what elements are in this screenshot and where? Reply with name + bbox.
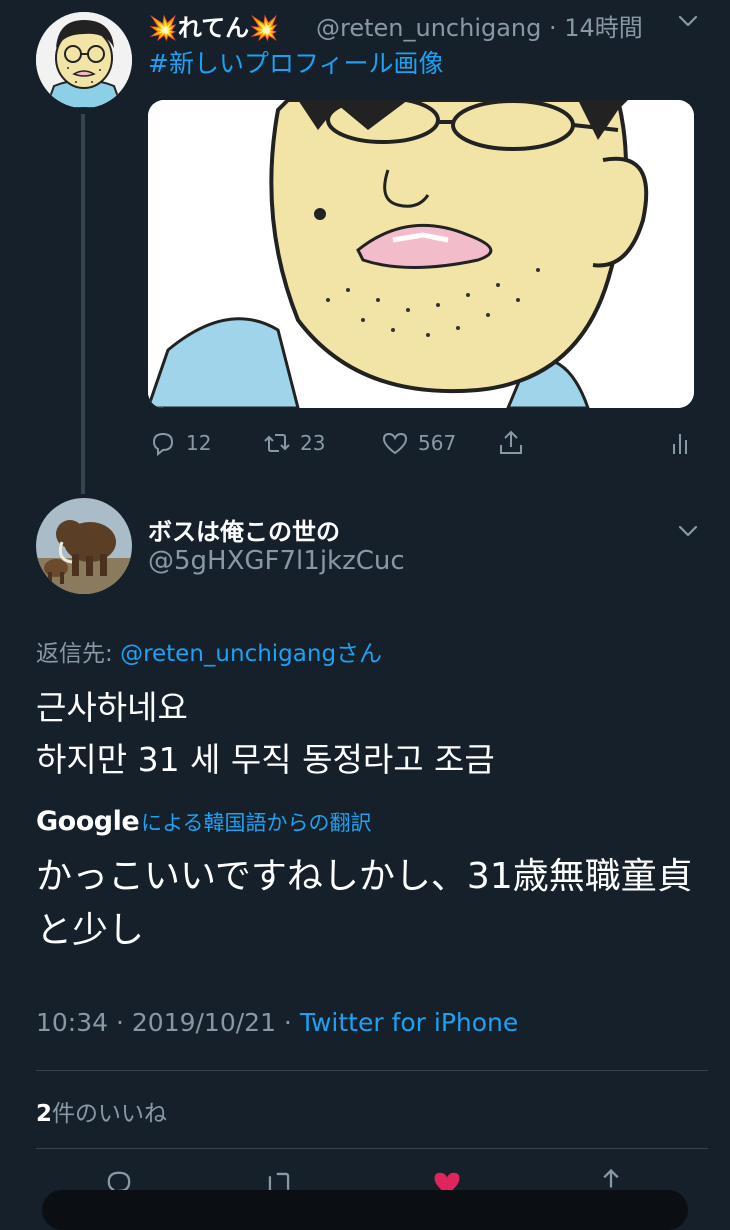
analytics-bars-icon [673, 434, 687, 454]
tweet-metadata: 10:34 · 2019/10/21 · Twitter for iPhone [36, 1008, 518, 1037]
translation-label: による韓国語からの翻訳 [141, 811, 372, 835]
tweet1-display-name[interactable]: 💥れてん💥 [148, 8, 279, 43]
tweet2-body-line: 하지만 31 세 무직 동정라고 조금 [36, 740, 495, 779]
reply-composer-bar[interactable] [42, 1190, 688, 1230]
separator-dot: · [541, 14, 565, 42]
retweet-icon [264, 434, 290, 452]
retweet-count: 23 [300, 431, 326, 455]
tweet2-body: 근사하네요 하지만 31 세 무직 동정라고 조금 [36, 682, 495, 786]
divider-bottom [36, 1148, 708, 1149]
tweet1-hashtag[interactable]: #新しいプロフィール画像 [148, 44, 443, 80]
mammoth-avatar-icon [36, 498, 132, 594]
translation-attribution[interactable]: Google による韓国語からの翻訳 [36, 806, 372, 837]
tweet1-chevron-down-icon[interactable] [677, 10, 699, 32]
cartoon-man-glasses-avatar-icon [36, 12, 132, 108]
reply-to-prefix: 返信先: [36, 641, 121, 667]
heart-icon [382, 432, 408, 455]
analytics-action[interactable] [668, 428, 698, 458]
tweet2-handle[interactable]: @5gHXGF7l1jkzCuc [148, 546, 405, 576]
retweet-action[interactable]: 23 [262, 428, 325, 458]
tweet1-handle-time[interactable]: @reten_unchigang · 14時間 [316, 8, 643, 43]
likes-summary[interactable]: 2件のいいね [36, 1094, 167, 1128]
reply-to-line: 返信先: @reten_unchigangさん [36, 634, 382, 668]
share-action[interactable] [496, 428, 526, 458]
tweet1-avatar[interactable] [36, 12, 132, 108]
likes-count: 2 [36, 1101, 53, 1127]
tweet2-display-name[interactable]: ボスは俺この世の [148, 512, 340, 547]
cartoon-man-glasses-image-icon [148, 100, 694, 408]
tweet-timestamp: 10:34 · 2019/10/21 · [36, 1008, 300, 1037]
translated-text: かっこいいですねしかし、31歳無職童貞と少し [36, 856, 693, 951]
tweet2-chevron-down-icon[interactable] [677, 520, 699, 542]
reply-icon [152, 432, 174, 457]
reply-action[interactable]: 12 [148, 428, 211, 458]
tweet1-time[interactable]: 14時間 [564, 14, 643, 42]
tweet2-avatar[interactable] [36, 498, 132, 594]
tweet2-body-line: 근사하네요 [36, 688, 188, 727]
reply-count: 12 [186, 431, 212, 455]
tweet1-handle[interactable]: @reten_unchigang [316, 14, 541, 42]
google-logo: Google [36, 806, 140, 837]
reply-to-handle-link[interactable]: @reten_unchigangさん [120, 641, 382, 667]
tweet1-media-image[interactable] [148, 100, 694, 408]
like-count: 567 [418, 431, 457, 455]
like-action[interactable]: 567 [380, 428, 456, 458]
divider-top [36, 1070, 708, 1071]
share-icon [500, 430, 522, 454]
thread-connector-line [81, 114, 85, 494]
likes-label: 件のいいね [52, 1101, 168, 1127]
tweet-source-link[interactable]: Twitter for iPhone [300, 1008, 518, 1037]
